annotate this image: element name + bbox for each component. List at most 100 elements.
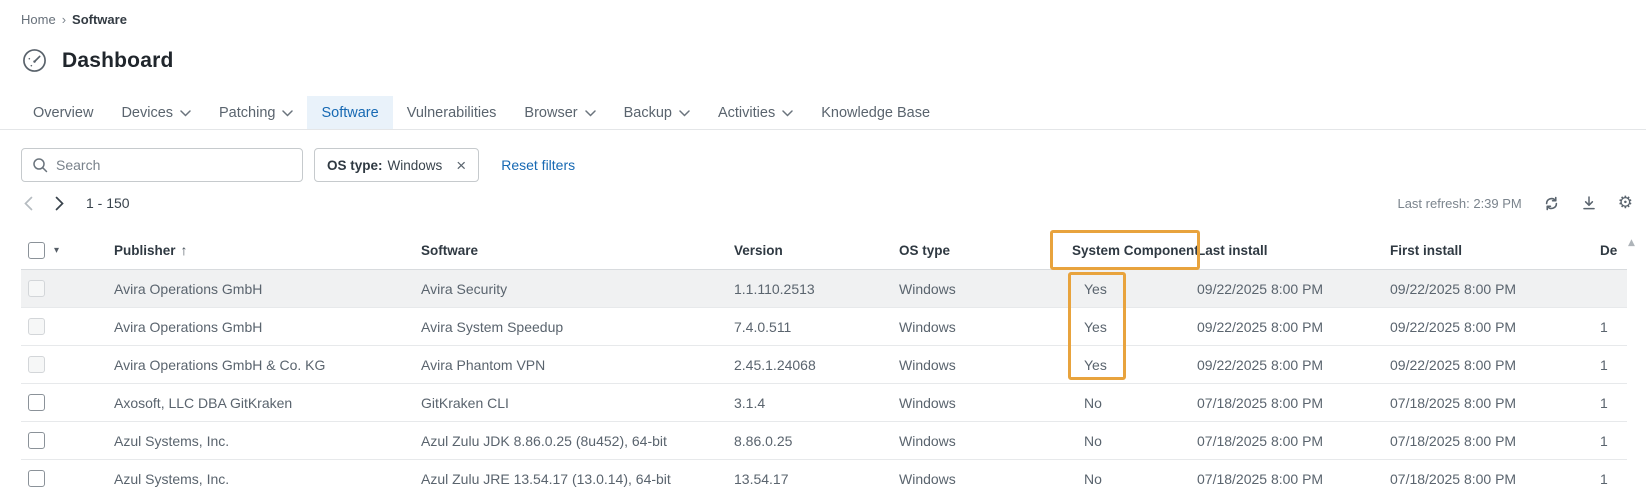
tab-patching[interactable]: Patching (205, 96, 307, 129)
cell-os-type: Windows (899, 433, 1072, 449)
search-box[interactable] (21, 148, 303, 182)
cell-system-component: Yes (1072, 281, 1197, 297)
table-row[interactable]: Azul Systems, Inc. Azul Zulu JDK 8.86.0.… (21, 422, 1627, 460)
remove-filter-icon[interactable]: × (456, 157, 466, 174)
filter-chip-label: OS type: (327, 158, 383, 173)
cell-os-type: Windows (899, 357, 1072, 373)
row-checkbox[interactable] (28, 394, 45, 411)
table-header-row: ▾ Publisher ↑ Software Version OS type S… (21, 231, 1627, 270)
tab-label: Knowledge Base (821, 105, 930, 121)
next-page-button[interactable] (55, 196, 64, 211)
scrollbar-up-arrow-icon[interactable]: ▲ (1628, 238, 1635, 248)
cell-first-install: 09/22/2025 8:00 PM (1390, 281, 1600, 297)
title-bar: Dashboard (21, 47, 174, 74)
software-table: ▾ Publisher ↑ Software Version OS type S… (21, 231, 1627, 497)
tab-devices[interactable]: Devices (107, 96, 205, 129)
reset-filters-link[interactable]: Reset filters (501, 157, 575, 173)
cell-os-type: Windows (899, 395, 1072, 411)
cell-system-component: Yes (1072, 319, 1197, 335)
cell-devices: 1 (1600, 395, 1627, 411)
cell-system-component: Yes (1072, 357, 1197, 373)
cell-version: 2.45.1.24068 (734, 357, 899, 373)
row-checkbox[interactable] (28, 470, 45, 487)
pagination: 1 - 150 (24, 195, 130, 211)
column-header-version[interactable]: Version (734, 243, 899, 258)
cell-version: 13.54.17 (734, 471, 899, 487)
cell-software: Avira Security (421, 281, 734, 297)
table-controls-row: 1 - 150 Last refresh: 2:39 PM ⚙ (0, 190, 1646, 216)
cell-publisher: Avira Operations GmbH (114, 281, 421, 297)
tab-label: Browser (524, 105, 577, 121)
tab-activities[interactable]: Activities (704, 96, 807, 129)
cell-last-install: 09/22/2025 8:00 PM (1197, 319, 1390, 335)
chevron-down-icon (180, 110, 191, 117)
cell-first-install: 09/22/2025 8:00 PM (1390, 357, 1600, 373)
cell-devices: 1 (1600, 433, 1627, 449)
cell-first-install: 07/18/2025 8:00 PM (1390, 433, 1600, 449)
filter-toolbar: OS type: Windows × Reset filters (21, 148, 575, 182)
tab-vulnerabilities[interactable]: Vulnerabilities (393, 96, 511, 129)
cell-system-component: No (1072, 471, 1197, 487)
tab-label: Devices (121, 105, 173, 121)
breadcrumb-separator-icon: › (62, 12, 66, 27)
row-checkbox[interactable] (28, 432, 45, 449)
chevron-down-icon (679, 110, 690, 117)
cell-software: GitKraken CLI (421, 395, 734, 411)
cell-first-install: 07/18/2025 8:00 PM (1390, 471, 1600, 487)
tab-backup[interactable]: Backup (610, 96, 704, 129)
select-all-checkbox[interactable] (28, 242, 45, 259)
filter-chip-os-type[interactable]: OS type: Windows × (314, 148, 479, 182)
cell-last-install: 09/22/2025 8:00 PM (1197, 357, 1390, 373)
selection-menu-caret-icon[interactable]: ▾ (54, 245, 59, 256)
cell-software: Avira System Speedup (421, 319, 734, 335)
cell-first-install: 09/22/2025 8:00 PM (1390, 319, 1600, 335)
cell-last-install: 07/18/2025 8:00 PM (1197, 395, 1390, 411)
tab-label: Software (321, 105, 378, 121)
tab-label: Overview (33, 105, 93, 121)
cell-version: 1.1.110.2513 (734, 281, 899, 297)
download-icon[interactable] (1581, 195, 1597, 211)
gear-icon[interactable]: ⚙ (1618, 195, 1633, 212)
column-header-devices-truncated[interactable]: De (1600, 243, 1627, 258)
tab-software[interactable]: Software (307, 96, 392, 129)
column-header-system-component[interactable]: System Component (1072, 243, 1197, 258)
cell-publisher: Avira Operations GmbH & Co. KG (114, 357, 421, 373)
column-header-first-install[interactable]: First install (1390, 243, 1600, 258)
cell-os-type: Windows (899, 319, 1072, 335)
row-checkbox[interactable] (28, 318, 45, 335)
table-row[interactable]: Avira Operations GmbH Avira System Speed… (21, 308, 1627, 346)
table-row[interactable]: Avira Operations GmbH Avira Security 1.1… (21, 270, 1627, 308)
column-header-software[interactable]: Software (421, 243, 734, 258)
chevron-down-icon (585, 110, 596, 117)
cell-last-install: 09/22/2025 8:00 PM (1197, 281, 1390, 297)
search-input[interactable] (56, 157, 292, 173)
previous-page-button[interactable] (24, 196, 33, 211)
cell-last-install: 07/18/2025 8:00 PM (1197, 433, 1390, 449)
table-row[interactable]: Axosoft, LLC DBA GitKraken GitKraken CLI… (21, 384, 1627, 422)
cell-version: 7.4.0.511 (734, 319, 899, 335)
dashboard-gauge-icon (21, 47, 48, 74)
table-row[interactable]: Azul Systems, Inc. Azul Zulu JRE 13.54.1… (21, 460, 1627, 497)
column-label: Publisher (114, 243, 176, 258)
table-row[interactable]: Avira Operations GmbH & Co. KG Avira Pha… (21, 346, 1627, 384)
pagination-range: 1 - 150 (86, 195, 130, 211)
tab-label: Patching (219, 105, 275, 121)
row-checkbox[interactable] (28, 356, 45, 373)
column-header-os-type[interactable]: OS type (899, 243, 1072, 258)
tab-knowledge-base[interactable]: Knowledge Base (807, 96, 944, 129)
tab-browser[interactable]: Browser (510, 96, 609, 129)
refresh-icon[interactable] (1543, 195, 1560, 212)
sort-ascending-icon: ↑ (181, 242, 188, 258)
cell-version: 3.1.4 (734, 395, 899, 411)
column-header-publisher[interactable]: Publisher ↑ (114, 242, 421, 258)
breadcrumb-current: Software (72, 12, 127, 27)
tab-label: Activities (718, 105, 775, 121)
column-header-last-install[interactable]: Last install (1197, 243, 1390, 258)
row-checkbox[interactable] (28, 280, 45, 297)
last-refresh-label: Last refresh: 2:39 PM (1397, 196, 1521, 211)
page-title: Dashboard (62, 49, 174, 73)
chevron-down-icon (282, 110, 293, 117)
breadcrumb-home-link[interactable]: Home (21, 12, 56, 27)
tab-overview[interactable]: Overview (19, 96, 107, 129)
cell-publisher: Axosoft, LLC DBA GitKraken (114, 395, 421, 411)
